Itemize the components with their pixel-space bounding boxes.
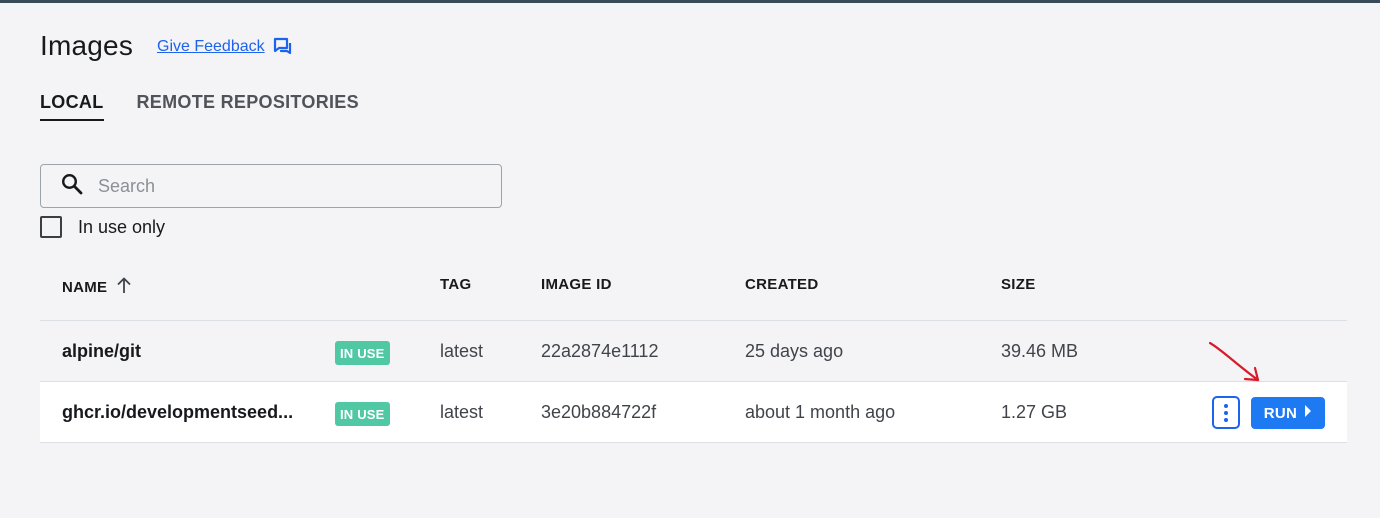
column-header-size[interactable]: SIZE: [1001, 276, 1036, 293]
column-header-name-label: NAME: [62, 278, 108, 296]
table-row[interactable]: alpine/git IN USE latest 22a2874e1112 25…: [40, 321, 1347, 382]
column-header-created-label: CREATED: [745, 276, 819, 293]
page-title: Images: [40, 30, 134, 61]
in-use-badge: IN USE: [335, 402, 390, 426]
table-header: NAME TAG IMAGE ID CREATED SIZE: [40, 262, 1347, 321]
in-use-only-label: In use only: [78, 216, 166, 237]
column-header-image-id-label: IMAGE ID: [541, 276, 612, 293]
image-size: 1.27 GB: [1001, 402, 1068, 422]
column-header-tag[interactable]: TAG: [440, 276, 471, 293]
search-box: [40, 164, 502, 208]
image-name[interactable]: ghcr.io/developmentseed...: [62, 382, 293, 443]
column-header-created[interactable]: CREATED: [745, 276, 819, 293]
in-use-badge: IN USE: [335, 341, 390, 365]
image-tag: latest: [440, 341, 484, 361]
image-name[interactable]: alpine/git: [62, 321, 141, 382]
tab-bar: LOCAL REMOTE REPOSITORIES: [40, 92, 359, 121]
tab-remote-repositories[interactable]: REMOTE REPOSITORIES: [137, 92, 359, 121]
image-created: about 1 month ago: [745, 402, 896, 422]
give-feedback-link[interactable]: Give Feedback: [157, 37, 293, 57]
more-options-button[interactable]: [1212, 396, 1240, 429]
give-feedback-label: Give Feedback: [157, 38, 265, 55]
run-button[interactable]: RUN: [1251, 397, 1325, 429]
arrow-up-icon: [116, 276, 132, 298]
column-header-size-label: SIZE: [1001, 276, 1036, 293]
tab-local[interactable]: LOCAL: [40, 92, 104, 121]
chat-bubbles-icon: [273, 37, 293, 57]
column-header-name[interactable]: NAME: [62, 276, 132, 298]
play-triangle-icon: [1304, 404, 1312, 422]
image-id: 22a2874e1112: [541, 341, 659, 361]
search-icon: [61, 173, 83, 200]
kebab-dot: [1224, 417, 1228, 422]
image-created: 25 days ago: [745, 341, 844, 361]
window-top-border: [0, 0, 1380, 3]
kebab-dot: [1224, 403, 1228, 408]
column-header-tag-label: TAG: [440, 276, 472, 293]
in-use-only-filter[interactable]: In use only: [40, 216, 165, 238]
run-button-label: RUN: [1263, 404, 1298, 422]
search-input[interactable]: [98, 175, 458, 197]
column-header-image-id[interactable]: IMAGE ID: [541, 276, 612, 293]
image-id: 3e20b884722f: [541, 402, 657, 422]
red-arrow-annotation: [1208, 341, 1260, 382]
in-use-only-checkbox[interactable]: [40, 216, 62, 238]
images-table: NAME TAG IMAGE ID CREATED SIZE alpine/gi…: [40, 262, 1347, 443]
table-row[interactable]: ghcr.io/developmentseed... IN USE latest…: [40, 382, 1347, 443]
image-tag: latest: [440, 402, 484, 422]
kebab-dot: [1224, 410, 1228, 415]
image-size: 39.46 MB: [1001, 341, 1079, 361]
